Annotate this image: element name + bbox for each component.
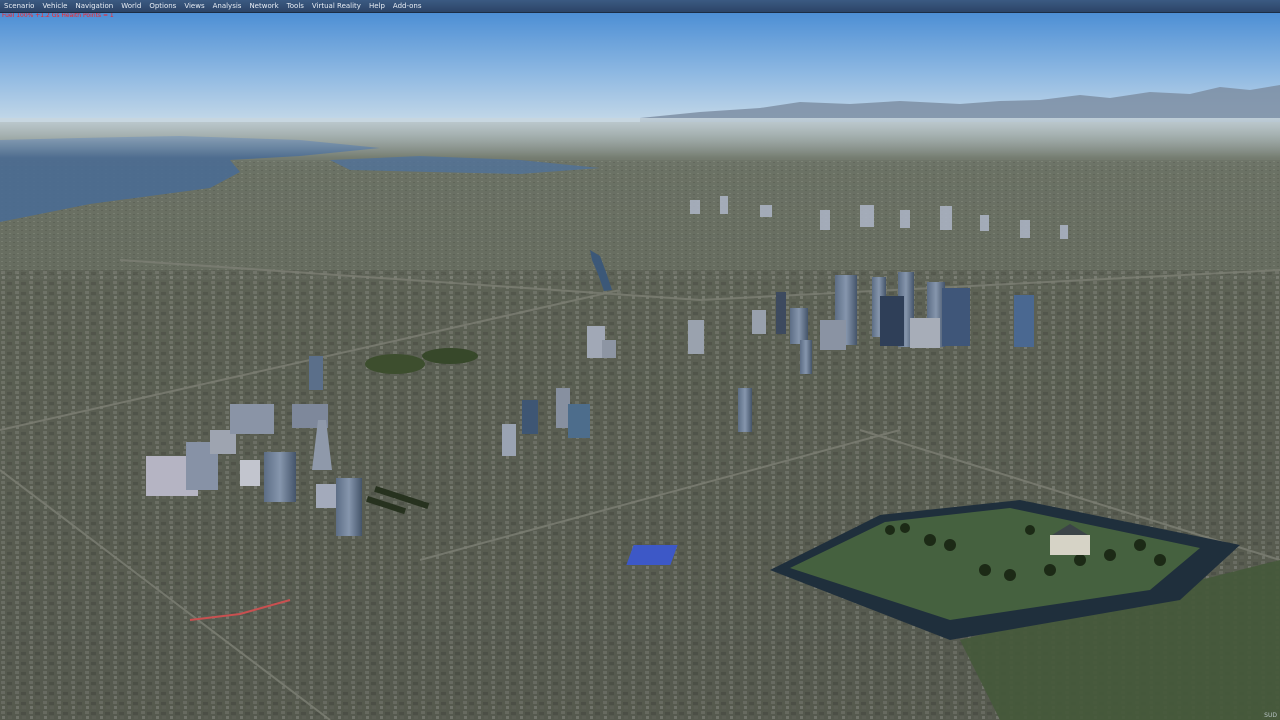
- horizon-haze: [0, 118, 1280, 158]
- menu-vehicle[interactable]: Vehicle: [38, 0, 71, 12]
- menu-navigation[interactable]: Navigation: [71, 0, 117, 12]
- menu-network[interactable]: Network: [245, 0, 282, 12]
- version-label: SUD: [1264, 712, 1277, 719]
- status-readout: Fuel 100% +1.2 Gs Health Points = 1: [2, 12, 114, 19]
- menu-options[interactable]: Options: [145, 0, 180, 12]
- menu-bar: Scenario Vehicle Navigation World Option…: [0, 0, 1280, 13]
- scenery-view[interactable]: [0, 0, 1280, 720]
- menu-add-ons[interactable]: Add-ons: [389, 0, 426, 12]
- flight-sim-window: Scenario Vehicle Navigation World Option…: [0, 0, 1280, 720]
- menu-views[interactable]: Views: [180, 0, 208, 12]
- menu-tools[interactable]: Tools: [283, 0, 308, 12]
- menu-virtual-reality[interactable]: Virtual Reality: [308, 0, 365, 12]
- menu-analysis[interactable]: Analysis: [209, 0, 246, 12]
- menu-world[interactable]: World: [117, 0, 145, 12]
- menu-help[interactable]: Help: [365, 0, 389, 12]
- menu-scenario[interactable]: Scenario: [0, 0, 38, 12]
